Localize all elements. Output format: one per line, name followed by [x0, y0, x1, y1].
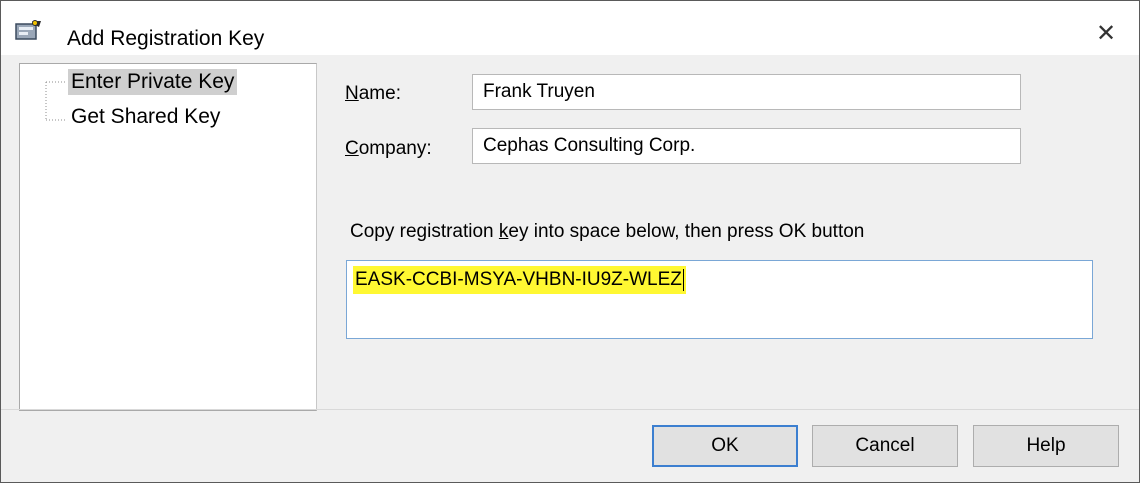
- name-label: Name:: [345, 83, 401, 105]
- name-label-text: ame:: [358, 83, 401, 104]
- text-caret: [682, 268, 684, 291]
- company-label-mnemonic: C: [345, 138, 359, 159]
- instruction-text-end: ey into space below, then press OK butto…: [508, 221, 865, 242]
- registration-key-input[interactable]: EASK-CCBI-MSYA-VHBN-IU9Z-WLEZ: [346, 260, 1093, 339]
- button-bar-divider: [1, 409, 1139, 410]
- name-label-mnemonic: N: [345, 83, 359, 104]
- title-bar: Add Registration Key ✕: [1, 1, 1139, 55]
- cancel-button[interactable]: Cancel: [812, 425, 958, 467]
- tree-item-get-shared-key[interactable]: Get Shared Key: [68, 104, 223, 130]
- company-field[interactable]: Cephas Consulting Corp.: [472, 128, 1021, 164]
- name-field[interactable]: Frank Truyen: [472, 74, 1021, 110]
- registration-key-text: EASK-CCBI-MSYA-VHBN-IU9Z-WLEZ: [355, 269, 682, 290]
- help-button[interactable]: Help: [973, 425, 1119, 467]
- company-label-text: ompany:: [358, 138, 432, 159]
- close-icon[interactable]: ✕: [1091, 19, 1121, 49]
- registration-key-value: EASK-CCBI-MSYA-VHBN-IU9Z-WLEZ: [353, 266, 686, 294]
- ok-button[interactable]: OK: [652, 425, 798, 467]
- window-title: Add Registration Key: [67, 27, 265, 50]
- instruction-text-start: Copy registration: [350, 221, 499, 242]
- company-label: Company:: [345, 138, 432, 160]
- navigation-tree: Enter Private Key Get Shared Key: [19, 63, 317, 411]
- add-registration-key-dialog: Add Registration Key ✕ Enter Private Key…: [0, 0, 1140, 483]
- tree-item-enter-private-key[interactable]: Enter Private Key: [68, 69, 238, 95]
- registration-key-icon: [15, 20, 41, 40]
- instruction-mnemonic: k: [498, 221, 509, 242]
- registration-key-instruction: Copy registration key into space below, …: [350, 221, 864, 243]
